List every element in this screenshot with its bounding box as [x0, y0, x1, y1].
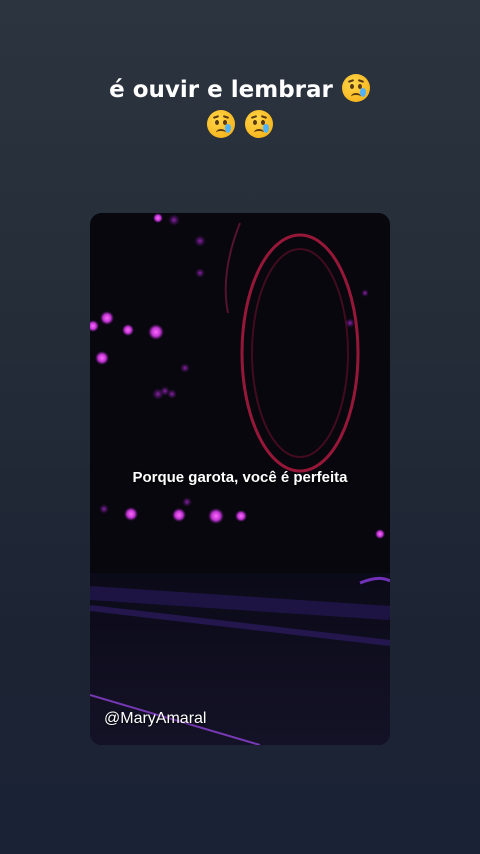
creator-handle[interactable]: @MaryAmaral [104, 710, 206, 728]
caption-line-1: é ouvir e lembrar [0, 72, 480, 108]
crying-face-icon [245, 110, 273, 138]
lyric-subtitle: Porque garota, você é perfeita [132, 469, 348, 486]
post-caption: é ouvir e lembrar [0, 72, 480, 144]
crying-face-icon [206, 110, 235, 138]
caption-line-2 [0, 108, 480, 144]
video-player[interactable]: Porque garota, você é perfeita @MaryAmar… [90, 213, 390, 745]
crying-face-icon [341, 74, 370, 102]
caption-text: é ouvir e lembrar [109, 77, 333, 103]
